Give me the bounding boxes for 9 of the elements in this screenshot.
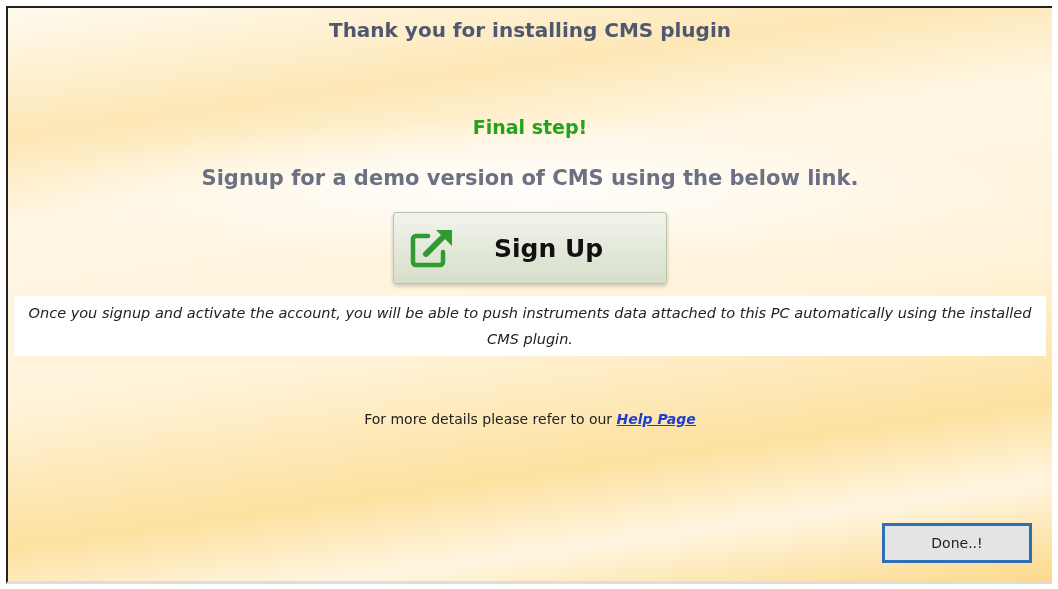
dialog-title: Thank you for installing CMS plugin <box>329 18 731 42</box>
note-text: Once you signup and activate the account, you will be able to push instruments data attached to this PC automatically using the installed CMS plugin. <box>14 296 1046 356</box>
step-heading: Final step! <box>472 116 588 138</box>
instruction-text: Signup for a demo version of CMS using the below link. <box>201 166 859 190</box>
help-page-link[interactable]: Help Page <box>616 411 696 427</box>
sign-up-button[interactable]: Sign Up <box>393 212 667 284</box>
help-sentence: For more details please refer to our Help Page <box>364 411 696 427</box>
done-button[interactable]: Done..! <box>882 523 1032 563</box>
external-link-icon <box>410 228 454 268</box>
